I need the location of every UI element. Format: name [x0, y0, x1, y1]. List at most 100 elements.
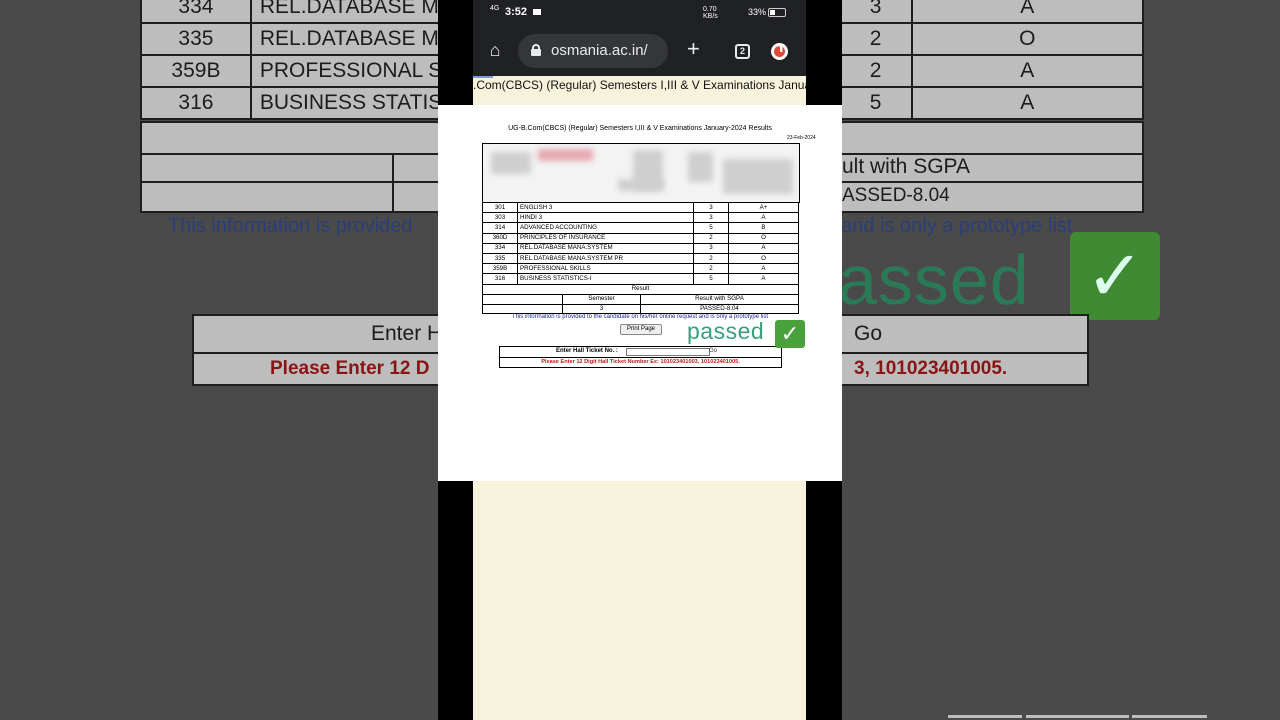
passed-overlay-text: passed	[687, 318, 765, 344]
subject-credits: 3	[693, 212, 729, 224]
address-bar[interactable]: osmania.ac.in/	[518, 34, 668, 68]
subject-row: 316 BUSINESS STATISTICS-I 5 A	[482, 273, 799, 285]
hall-ticket-input[interactable]	[626, 348, 710, 356]
subject-row: 303 HINDI 33A	[482, 212, 799, 224]
subject-row: 335 REL.DATABASE MANA.SYSTEM PR 2 O	[482, 252, 799, 265]
subject-grade: O	[728, 232, 799, 244]
subject-name: REL.DATABASE MANA.SYSTEM	[517, 242, 694, 254]
hall-ticket-error: Please Enter 12 Digit Hall Ticket Number…	[541, 359, 740, 365]
background-cell-grade: A	[910, 54, 1145, 88]
background-check-icon: ✓	[1070, 232, 1160, 320]
subject-credits: 2	[693, 263, 729, 275]
subject-name: ADVANCED ACCOUNTING	[517, 222, 694, 234]
subject-credits: 5	[693, 222, 729, 234]
subject-grade: A	[728, 212, 799, 224]
result-table: Result Semester Result with SGPA 3 PASSE…	[482, 284, 799, 315]
background-cell-credits: 3	[838, 0, 913, 24]
subject-code: 303	[482, 212, 518, 224]
result-document: UG-B.Com(CBCS) (Regular) Semesters I,III…	[438, 105, 842, 481]
personal-details-redacted	[482, 143, 800, 203]
background-info-right: t and is only a prototype list	[830, 215, 1073, 237]
subject-credits: 5	[693, 273, 729, 285]
sgpa-value: PASSED-8.04	[640, 303, 799, 315]
hall-ticket-label: Enter Hall Ticket No. :	[556, 348, 618, 354]
subject-name: PROFESSIONAL SKILLS	[517, 263, 694, 275]
subject-grade: B	[728, 222, 799, 234]
background-cell-credits: 2	[838, 22, 913, 56]
background-cell-code: 335	[140, 22, 252, 56]
background-result-heading: ult with SGPA	[842, 155, 970, 178]
result-title: UG-B.Com(CBCS) (Regular) Semesters I,III…	[508, 125, 772, 132]
background-go-label: Go	[854, 322, 883, 345]
background-error-right: 3, 101023401005.	[854, 358, 1008, 379]
background-cell-credits: 5	[838, 86, 913, 120]
background-cell-grade: A	[910, 0, 1145, 24]
subject-name: REL.DATABASE MANA.SYSTEM PR	[517, 252, 694, 265]
page-heading: B.Com(CBCS) (Regular) Semesters I,III & …	[473, 78, 806, 92]
subject-name: HINDI 3	[517, 212, 694, 224]
subject-grade: A	[728, 263, 799, 275]
background-result-value: ASSED-8.04	[842, 185, 950, 206]
subject-row: 301 ENGLISH 3 3 A+	[482, 201, 799, 214]
subject-name: PRINCIPLES OF INSURANCE	[517, 232, 694, 244]
semester-value: 3	[562, 303, 641, 315]
status-bar: 4G 3:52 0.70 KB/s 33%	[473, 0, 806, 26]
background-cell-credits: 2	[838, 54, 913, 88]
background-cell-code: 359B	[140, 54, 252, 88]
page-heading-bar: B.Com(CBCS) (Regular) Semesters I,III & …	[473, 76, 806, 104]
battery-icon	[768, 8, 786, 17]
url-text: osmania.ac.in/	[551, 42, 648, 59]
tab-switcher-button[interactable]: 2	[735, 44, 750, 59]
subject-name: BUSINESS STATISTICS-I	[517, 273, 694, 285]
hall-ticket-form: Enter Hall Ticket No. : Go Please Enter …	[499, 346, 782, 368]
background-cell-grade: A	[910, 86, 1145, 120]
subject-credits: 3	[693, 242, 729, 254]
new-tab-icon[interactable]: +	[687, 38, 700, 60]
subject-credits: 2	[693, 232, 729, 244]
subject-code: 334	[482, 242, 518, 254]
result-date: 23-Feb-2024	[787, 135, 816, 141]
lock-icon	[531, 44, 541, 56]
background-cell-code: 334	[140, 0, 252, 24]
subject-grade: O	[728, 252, 799, 265]
subject-code: 314	[482, 222, 518, 234]
arrow-up-icon: ⬆	[777, 44, 786, 55]
background-passed-text: assed	[838, 241, 1030, 319]
subject-row: 360D PRINCIPLES OF INSURANCE 2 O	[482, 232, 799, 244]
background-error-left: Please Enter 12 D	[270, 358, 430, 379]
subject-code: 316	[482, 273, 518, 285]
print-page-button[interactable]: Print Page	[620, 324, 662, 335]
network-speed: 0.70 KB/s	[703, 6, 718, 20]
background-enter-label: Enter H	[371, 322, 443, 345]
result-heading: Result	[482, 284, 799, 295]
subject-code: 301	[482, 201, 518, 214]
status-time: 3:52	[505, 6, 528, 18]
home-icon[interactable]: ⌂	[485, 40, 505, 60]
subject-code: 335	[482, 252, 518, 265]
subject-row: 334 REL.DATABASE MANA.SYSTEM 3 A	[482, 242, 799, 254]
check-mark-icon: ✓	[775, 320, 805, 348]
subject-grade: A	[728, 273, 799, 285]
subject-credits: 2	[693, 252, 729, 265]
subject-credits: 3	[693, 201, 729, 214]
background-info-left: This information is provided	[168, 215, 413, 237]
background-cell-grade: O	[910, 22, 1145, 56]
video-camera-icon	[533, 9, 541, 15]
background-cell-code: 316	[140, 86, 252, 120]
subject-row: 359B PROFESSIONAL SKILLS 2 A	[482, 263, 799, 275]
marks-table: 301 ENGLISH 3 3 A+ 303 HINDI 3 3 A 314 ADVANCED A…	[482, 201, 799, 285]
battery-percent: 33%	[748, 7, 767, 17]
go-button[interactable]: Go	[709, 348, 717, 354]
sgpa-label: Result with SGPA	[640, 293, 799, 305]
subject-grade: A	[728, 242, 799, 254]
subject-code: 360D	[482, 232, 518, 244]
subject-row: 314 ADVANCED ACCOUNTING 5 B	[482, 222, 799, 234]
subject-name: ENGLISH 3	[517, 201, 694, 214]
screenshot: 334 REL.DATABASE MA 3 A 335 REL.DATABASE MA 2 O…	[0, 0, 1280, 720]
semester-label: Semester	[562, 293, 641, 305]
signal-icon: 4G	[490, 5, 500, 12]
subject-grade: A+	[728, 201, 799, 214]
gesture-bar	[948, 715, 1208, 718]
browser-toolbar: ⌂ osmania.ac.in/ + 2 ⬆	[473, 26, 806, 76]
subject-code: 359B	[482, 263, 518, 275]
